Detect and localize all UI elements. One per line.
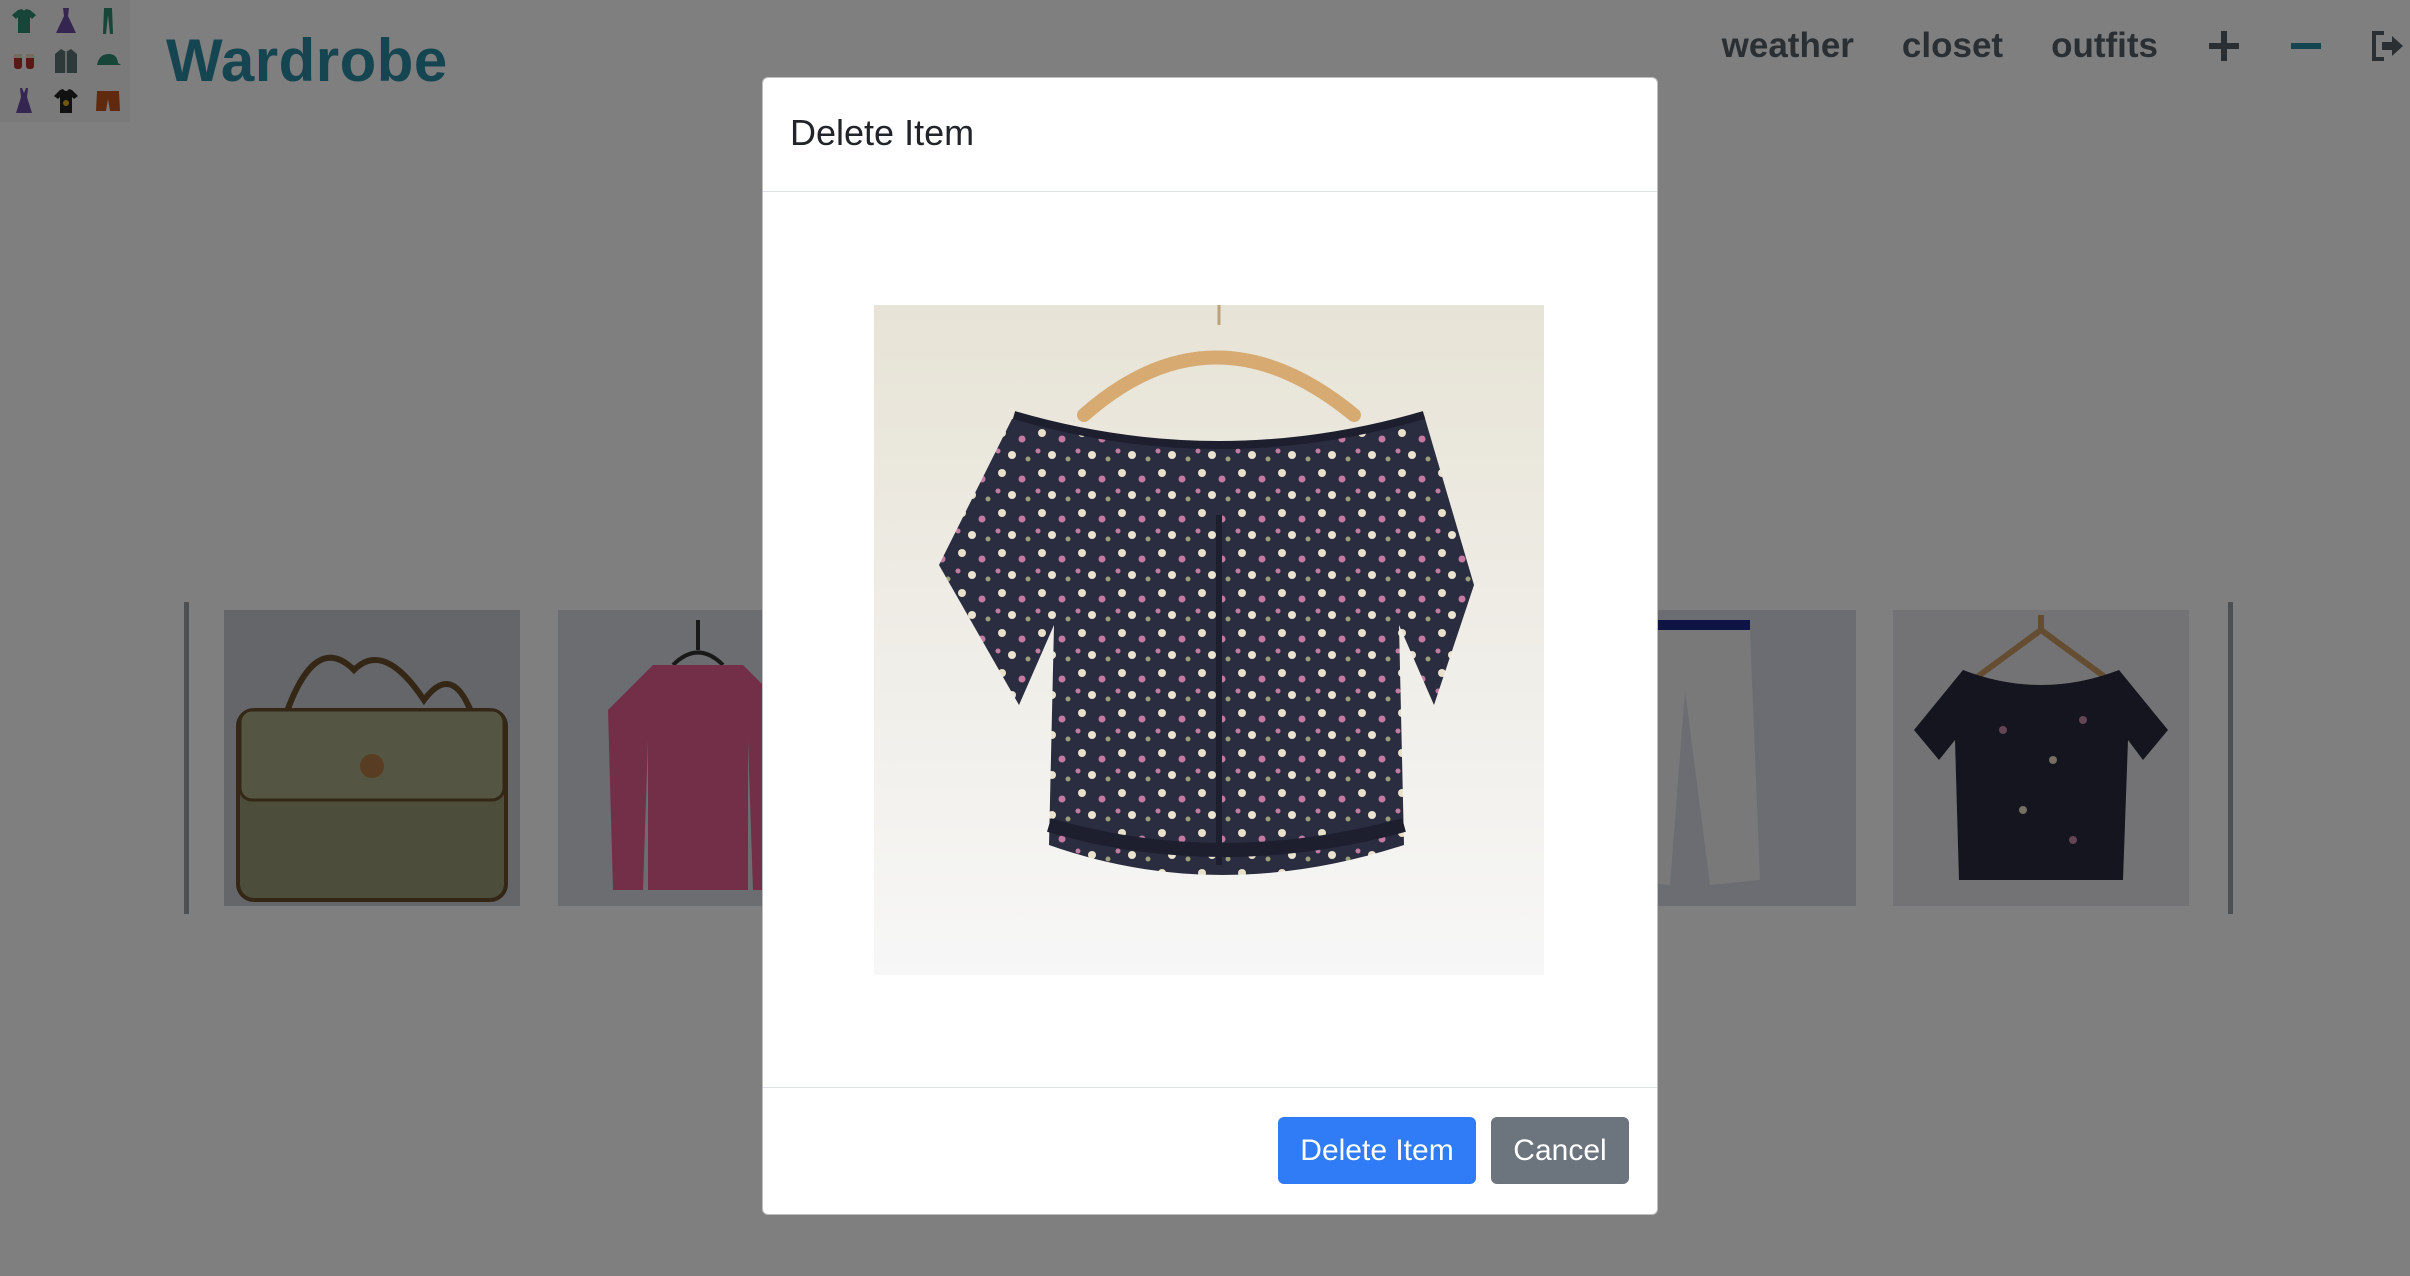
delete-item-button[interactable]: Delete Item (1278, 1117, 1476, 1184)
modal-footer: Delete Item Cancel (763, 1087, 1657, 1214)
modal-title: Delete Item (790, 112, 975, 153)
delete-item-modal: Delete Item Delete Item Cancel (762, 77, 1658, 1215)
item-image (874, 305, 1544, 975)
modal-body (763, 192, 1657, 1166)
cancel-button[interactable]: Cancel (1491, 1117, 1629, 1184)
page: Wardrobe weather closet outfits (0, 0, 2410, 1276)
modal-header: Delete Item (763, 78, 1657, 192)
